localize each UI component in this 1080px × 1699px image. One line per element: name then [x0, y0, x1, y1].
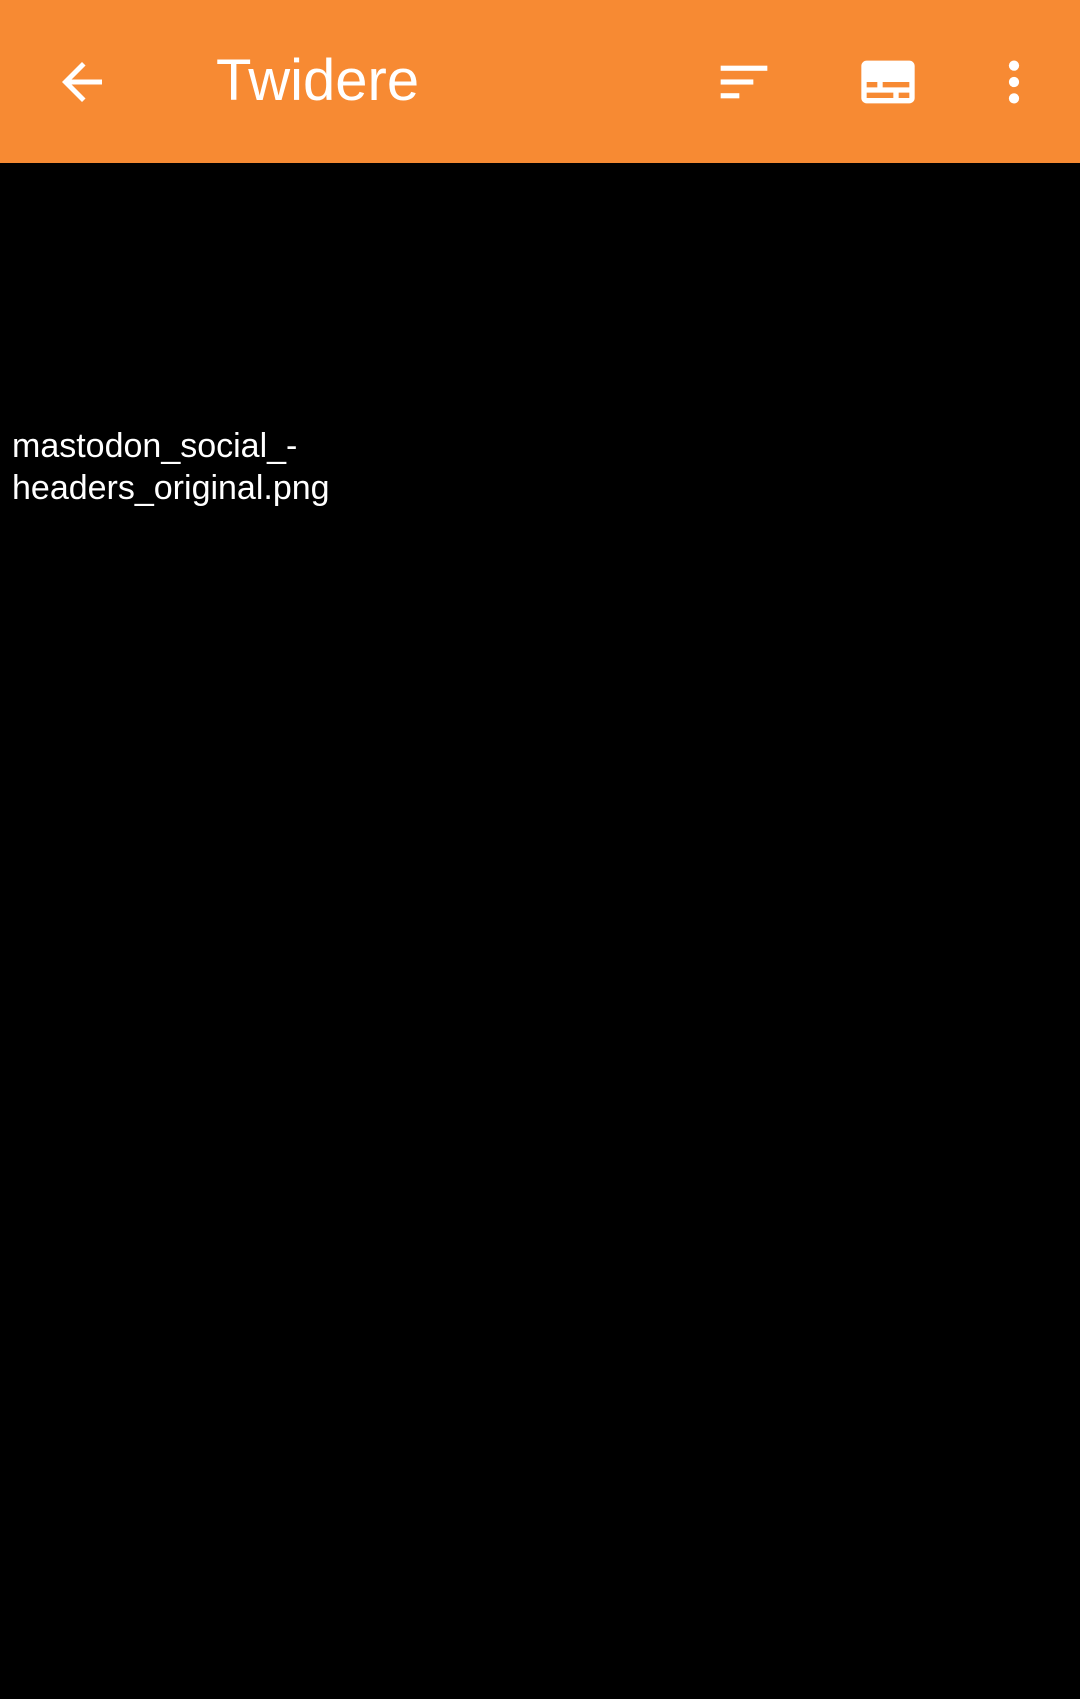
app-screen: Twidere mastodon_social_- headers_origin… — [0, 0, 1080, 1699]
image-alt-line: mastodon_social_- — [12, 427, 298, 465]
more-vert-icon — [1008, 60, 1020, 104]
toolbar-title: Twidere — [216, 48, 420, 113]
app-toolbar: Twidere — [0, 0, 1080, 163]
filter-list-icon — [720, 65, 768, 99]
more-options-button[interactable] — [966, 34, 1062, 130]
image-alt-text: mastodon_social_- headers_original.png — [12, 425, 712, 509]
image-alt-line: headers_original.png — [12, 469, 330, 507]
subtitles-button[interactable] — [840, 34, 936, 130]
image-viewer-area[interactable]: mastodon_social_- headers_original.png — [0, 163, 1080, 1699]
subtitles-icon — [861, 60, 915, 104]
arrow-back-icon — [62, 62, 102, 102]
filter-button[interactable] — [696, 34, 792, 130]
back-button[interactable] — [34, 34, 130, 130]
